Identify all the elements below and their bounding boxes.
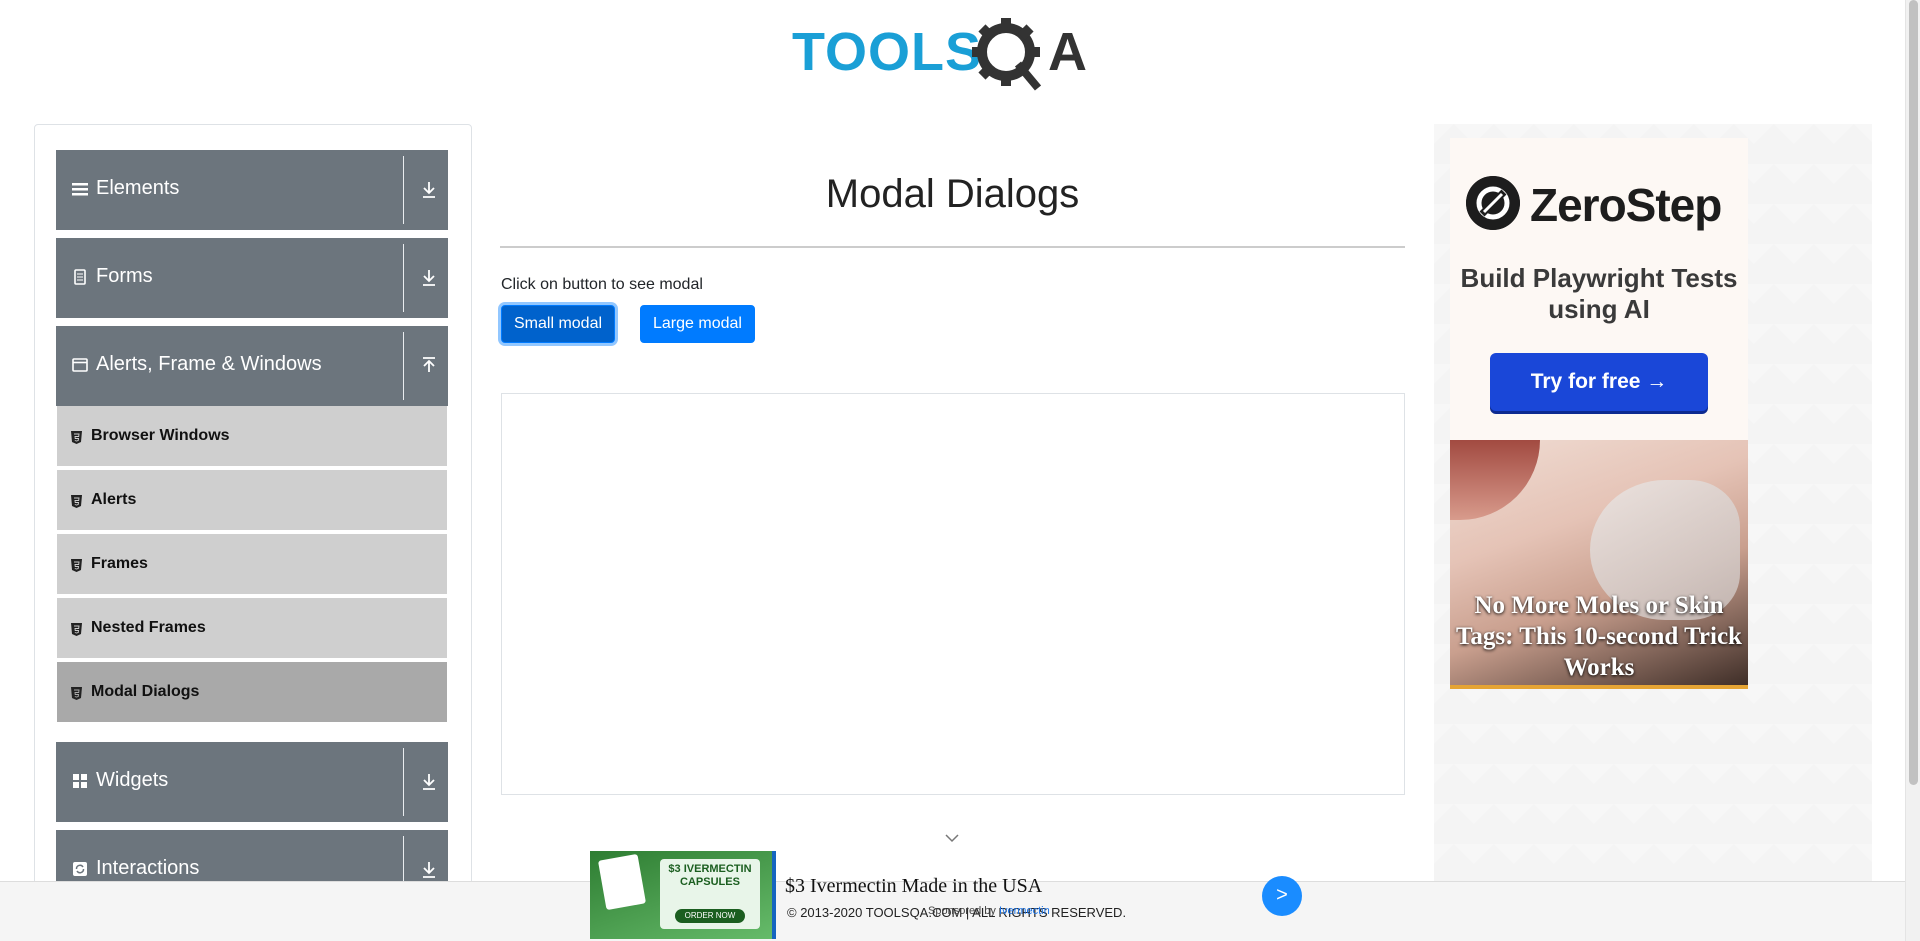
ad-sponsor: Sponsored by Ivermectin <box>928 905 1050 917</box>
sidebar-item-label: Nested Frames <box>91 619 206 636</box>
ad-image-detail <box>1450 440 1540 520</box>
refresh-icon <box>73 862 87 876</box>
expand-down-icon[interactable] <box>420 772 438 792</box>
html-icon <box>71 431 82 444</box>
instruction-text: Click on button to see modal <box>501 276 703 293</box>
divider <box>403 244 404 312</box>
window-icon <box>72 358 88 372</box>
small-modal-button[interactable]: Small modal <box>501 305 616 343</box>
toolsqa-logo[interactable]: TOOLS A <box>792 14 1116 92</box>
large-modal-button[interactable]: Large modal <box>640 305 755 343</box>
bottom-sticky-ad[interactable]: $3 IVERMECTIN CAPSULES ORDER NOW $3 Iver… <box>590 851 1302 941</box>
title-divider <box>500 246 1405 248</box>
html-icon <box>71 623 82 636</box>
try-for-free-button[interactable]: Try for free → <box>1490 353 1708 411</box>
sidebar-item-modal-dialogs[interactable]: Modal Dialogs <box>57 662 447 724</box>
grid-icon <box>73 774 87 788</box>
sidebar-item-label: Browser Windows <box>91 427 230 444</box>
divider <box>403 332 404 400</box>
ad-next-button[interactable]: > <box>1262 876 1302 916</box>
ad-headline[interactable]: $3 Ivermectin Made in the USA <box>785 875 1042 898</box>
sidebar-item-frames[interactable]: Frames <box>57 534 447 596</box>
group-forms[interactable]: Forms <box>56 238 448 318</box>
product-text: $3 IVERMECTIN CAPSULES <box>668 863 752 888</box>
divider <box>403 156 404 224</box>
ad-placeholder <box>501 393 1405 795</box>
svg-text:TOOLS: TOOLS <box>792 22 982 82</box>
expand-down-icon[interactable] <box>420 268 438 288</box>
document-icon <box>74 269 86 285</box>
html-icon <box>71 495 82 508</box>
group-alerts-frame-windows[interactable]: Alerts, Frame & Windows <box>56 326 448 406</box>
zerostep-ad[interactable]: ZeroStep Build Playwright Tests using AI… <box>1450 138 1748 441</box>
order-now-badge: ORDER NOW <box>675 909 745 923</box>
expand-down-icon[interactable] <box>420 860 438 880</box>
collapse-up-icon[interactable] <box>420 356 438 376</box>
group-label: Elements <box>96 177 180 199</box>
group-label: Alerts, Frame & Windows <box>96 353 322 375</box>
sidebar-item-label: Alerts <box>91 491 137 508</box>
ivermectin-ad-image[interactable]: $3 IVERMECTIN CAPSULES ORDER NOW <box>590 851 776 939</box>
html-icon <box>71 559 82 572</box>
svg-text:A: A <box>1048 22 1087 82</box>
sidebar-item-nested-frames[interactable]: Nested Frames <box>57 598 447 660</box>
zerostep-tagline: Build Playwright Tests using AI <box>1460 263 1738 324</box>
site-header: TOOLS A <box>0 0 1905 100</box>
zerostep-logo-icon <box>1466 176 1520 230</box>
zerostep-brand: ZeroStep <box>1530 179 1722 231</box>
html-icon <box>71 687 82 700</box>
sidebar-item-label: Frames <box>91 555 148 572</box>
expand-down-icon[interactable] <box>420 180 438 200</box>
page-title: Modal Dialogs <box>825 172 1080 216</box>
group-label: Forms <box>96 265 153 287</box>
scrollbar-thumb[interactable] <box>1909 0 1918 785</box>
group-widgets[interactable]: Widgets <box>56 742 448 822</box>
page-scrollbar[interactable] <box>1905 0 1920 941</box>
skin-tags-ad-caption: No More Moles or Skin Tags: This 10-seco… <box>1456 592 1742 681</box>
right-ad-column: ZeroStep Build Playwright Tests using AI… <box>1434 124 1872 941</box>
group-elements[interactable]: Elements <box>56 150 448 230</box>
sidebar-item-browser-windows[interactable]: Browser Windows <box>57 406 447 468</box>
sidebar-item-label: Modal Dialogs <box>91 683 200 700</box>
group-label: Interactions <box>96 857 200 879</box>
sponsor-name[interactable]: Ivermectin <box>999 905 1050 917</box>
pill-bottle-image <box>597 853 647 911</box>
sponsor-prefix: Sponsored by <box>928 905 996 917</box>
ad-accent-bar <box>1450 685 1748 689</box>
chevron-down-icon[interactable] <box>944 832 960 844</box>
group-label: Widgets <box>96 769 169 791</box>
divider <box>403 748 404 816</box>
left-sidebar: Elements Forms Alerts, Frame & Windows B… <box>34 124 472 941</box>
sidebar-item-alerts[interactable]: Alerts <box>57 470 447 532</box>
skin-tags-ad[interactable]: No More Moles or Skin Tags: This 10-seco… <box>1450 440 1748 689</box>
list-icon <box>72 183 88 196</box>
